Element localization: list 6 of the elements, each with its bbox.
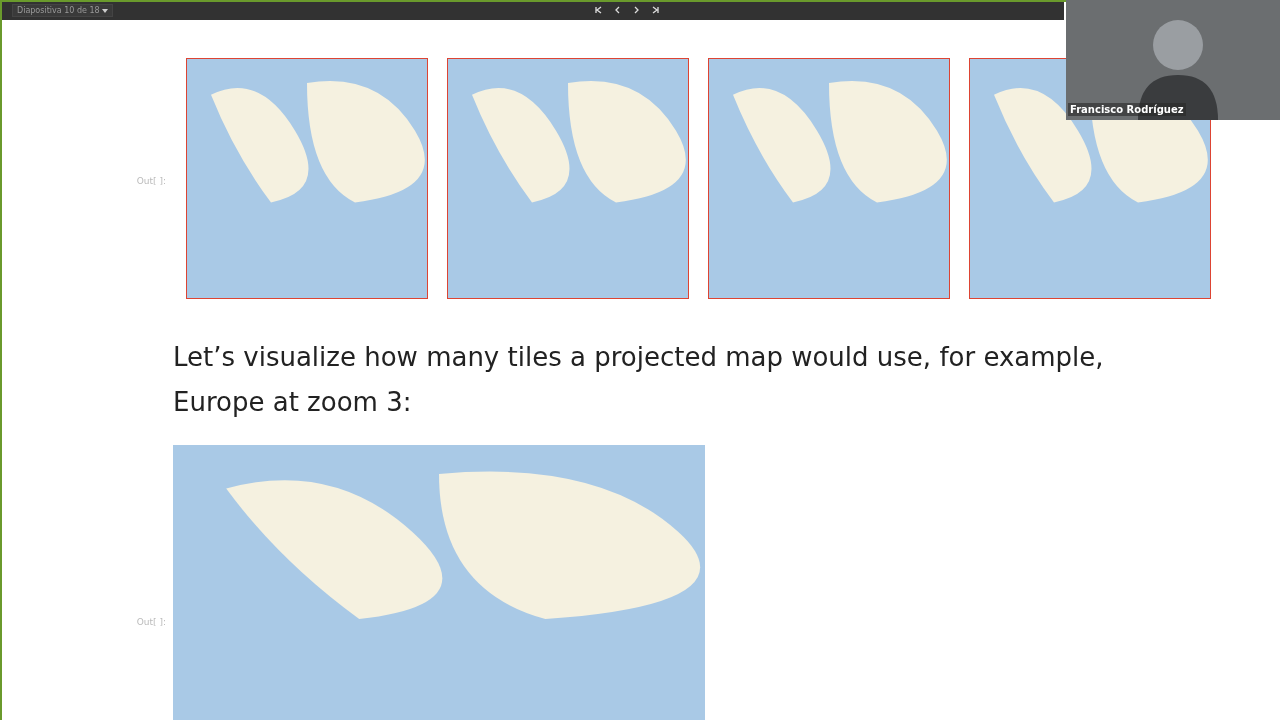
participant-name: Francisco Rodríguez <box>1068 103 1186 116</box>
output-prompt: Out[ ]: <box>135 617 167 627</box>
slide-selector[interactable]: Diapositiva 10 de 18 <box>12 3 114 17</box>
paragraph: Let’s visualize how many tiles a projected map would use, for example, Europe at zoom 3: <box>173 341 1105 419</box>
output-prompt: Out[ ]: <box>135 176 167 186</box>
caret-icon <box>102 8 109 13</box>
